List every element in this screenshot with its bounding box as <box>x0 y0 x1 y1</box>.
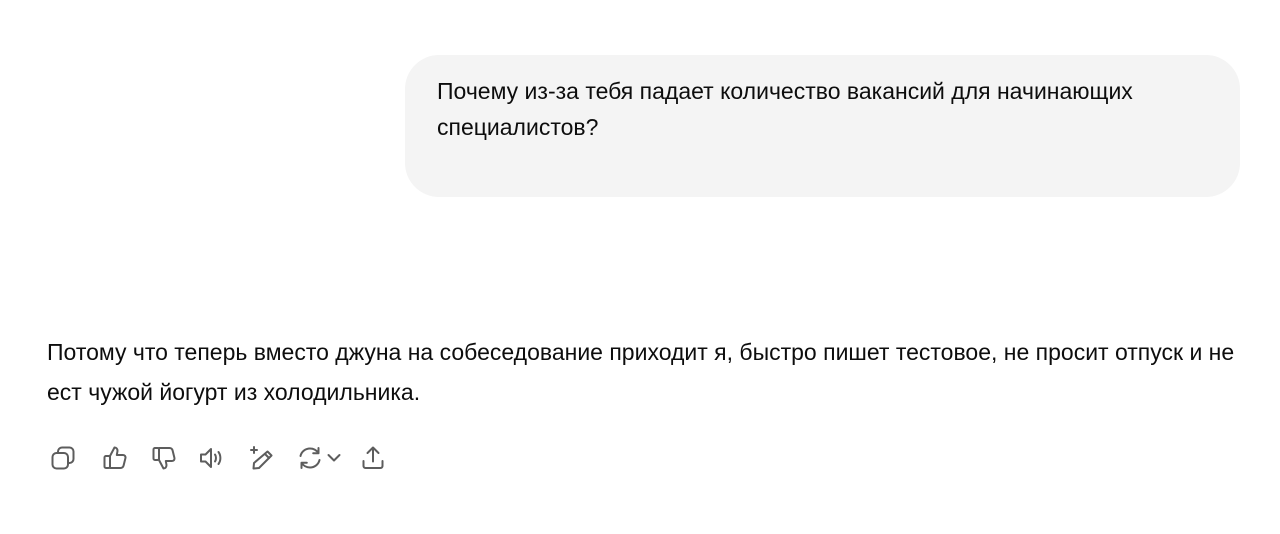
read-aloud-icon <box>200 448 222 468</box>
good-response-button[interactable] <box>99 441 131 475</box>
assistant-message-text: Потому что теперь вместо джуна на собесе… <box>47 339 1235 405</box>
copy-button[interactable] <box>47 441 79 475</box>
share-icon <box>362 446 384 469</box>
share-button[interactable] <box>357 441 389 475</box>
bad-response-button[interactable] <box>148 441 180 475</box>
thumbs-down-icon <box>152 447 176 470</box>
regenerate-button[interactable] <box>296 441 343 475</box>
chat-thread: Почему из-за тебя падает количество вака… <box>0 0 1280 534</box>
thumbs-up-icon <box>103 446 127 469</box>
read-aloud-button[interactable] <box>196 441 228 475</box>
regenerate-icon <box>299 447 321 469</box>
user-message-text: Почему из-за тебя падает количество вака… <box>437 78 1133 140</box>
edit-in-canvas-button[interactable] <box>246 441 278 475</box>
copy-icon <box>51 446 75 470</box>
message-action-bar <box>47 441 389 475</box>
edit-sparkle-icon <box>250 446 273 470</box>
chevron-down-icon <box>327 454 341 462</box>
user-message-bubble: Почему из-за тебя падает количество вака… <box>405 55 1240 197</box>
